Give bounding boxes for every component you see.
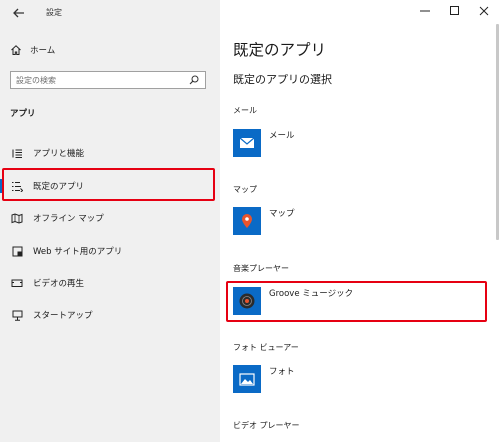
back-button[interactable] <box>8 4 30 22</box>
maximize-button[interactable] <box>440 0 470 22</box>
website-apps-icon <box>11 245 23 257</box>
mail-icon <box>233 129 261 157</box>
section-heading: 既定のアプリの選択 <box>233 73 332 86</box>
video-icon <box>11 277 23 289</box>
section-title: アプリ <box>10 109 36 119</box>
category-label-video-player: ビデオ プレーヤー <box>233 421 300 430</box>
sidebar-item-apps-features[interactable]: アプリと機能 <box>0 142 220 164</box>
mail-app-button[interactable]: メール <box>233 126 295 160</box>
offline-map-icon <box>11 212 23 224</box>
maps-icon <box>233 207 261 235</box>
search-placeholder: 設定の検索 <box>16 75 56 85</box>
sidebar-item-label: 既定のアプリ <box>33 182 85 192</box>
app-name: マップ <box>269 209 295 219</box>
sidebar-item-website-apps[interactable]: Web サイト用のアプリ <box>0 240 220 262</box>
category-label-mail: メール <box>233 106 257 115</box>
main-content <box>220 0 500 442</box>
sidebar-item-label: ビデオの再生 <box>33 279 85 289</box>
sidebar-item-startup[interactable]: スタートアップ <box>0 304 220 326</box>
sidebar: 設定 ホーム 設定の検索 アプリ アプリと機能 既定のアプリ オフライン マップ… <box>0 0 220 442</box>
sidebar-item-video-playback[interactable]: ビデオの再生 <box>0 272 220 294</box>
photos-icon <box>233 365 261 393</box>
minimize-icon <box>420 10 430 12</box>
default-apps-icon <box>11 180 23 192</box>
close-button[interactable] <box>469 0 499 22</box>
category-label-music-player: 音楽プレーヤー <box>233 264 289 273</box>
home-label: ホーム <box>30 46 56 56</box>
window-title: 設定 <box>46 8 62 17</box>
sidebar-item-label: オフライン マップ <box>33 214 104 224</box>
search-icon <box>189 75 199 85</box>
back-arrow-icon <box>13 8 24 18</box>
search-input[interactable]: 設定の検索 <box>10 71 206 89</box>
list-icon <box>11 147 23 159</box>
category-label-photo-viewer: フォト ビューアー <box>233 343 299 352</box>
selection-indicator <box>0 179 3 193</box>
scrollbar[interactable] <box>496 24 499 240</box>
sidebar-item-offline-maps[interactable]: オフライン マップ <box>0 207 220 229</box>
groove-music-icon <box>233 287 261 315</box>
home-link[interactable]: ホーム <box>10 42 55 58</box>
startup-icon <box>11 309 23 321</box>
category-label-maps: マップ <box>233 185 257 194</box>
sidebar-item-default-apps[interactable]: 既定のアプリ <box>0 175 220 197</box>
sidebar-item-label: アプリと機能 <box>33 149 85 159</box>
page-title: 既定のアプリ <box>233 41 327 59</box>
app-name: フォト <box>269 367 295 377</box>
app-name: Groove ミュージック <box>269 289 354 299</box>
photos-app-button[interactable]: フォト <box>233 362 295 396</box>
app-name: メール <box>269 131 295 141</box>
maximize-icon <box>450 6 459 15</box>
music-app-button[interactable]: Groove ミュージック <box>233 284 353 318</box>
sidebar-item-label: スタートアップ <box>33 311 93 321</box>
home-icon <box>10 44 22 56</box>
maps-app-button[interactable]: マップ <box>233 204 295 238</box>
close-icon <box>479 6 489 16</box>
minimize-button[interactable] <box>410 0 440 22</box>
sidebar-item-label: Web サイト用のアプリ <box>33 247 123 257</box>
